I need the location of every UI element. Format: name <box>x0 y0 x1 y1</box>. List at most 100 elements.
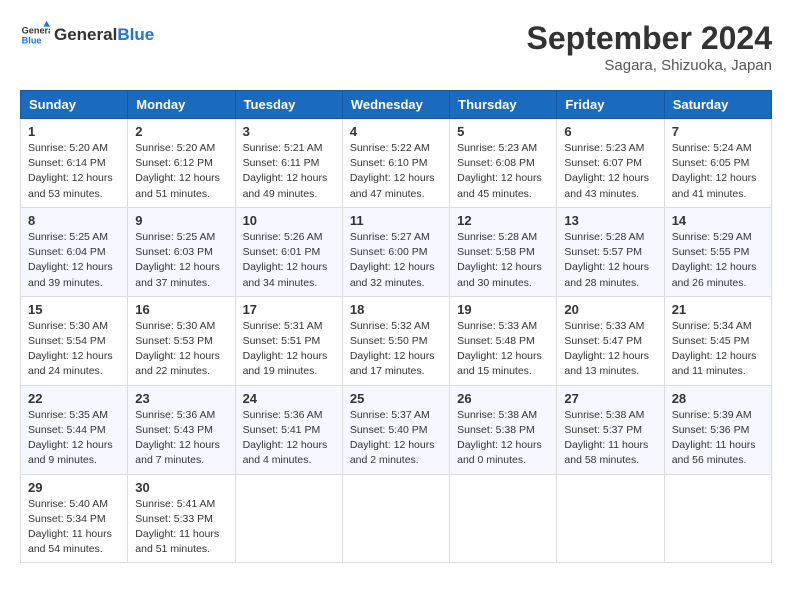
day-number: 14 <box>672 213 764 228</box>
calendar-cell <box>557 474 664 563</box>
calendar-cell: 18 Sunrise: 5:32 AM Sunset: 5:50 PM Dayli… <box>342 296 449 385</box>
calendar-cell: 26Sunrise: 5:38 AM Sunset: 5:38 PM Dayli… <box>450 385 557 474</box>
day-number: 3 <box>243 124 335 139</box>
calendar-cell: 19 Sunrise: 5:33 AM Sunset: 5:48 PM Dayli… <box>450 296 557 385</box>
calendar-week-5: 29 Sunrise: 5:40 AM Sunset: 5:34 PM Dayli… <box>21 474 772 563</box>
calendar: SundayMondayTuesdayWednesdayThursdayFrid… <box>20 90 772 563</box>
day-number: 13 <box>564 213 656 228</box>
day-info: Sunrise: 5:28 AM Sunset: 5:58 PM Dayligh… <box>457 230 549 291</box>
calendar-cell: 4 Sunrise: 5:22 AM Sunset: 6:10 PM Daylig… <box>342 119 449 208</box>
calendar-cell: 6 Sunrise: 5:23 AM Sunset: 6:07 PM Daylig… <box>557 119 664 208</box>
day-info: Sunrise: 5:39 AM Sunset: 5:36 PM Dayligh… <box>672 408 764 469</box>
calendar-cell: 20 Sunrise: 5:33 AM Sunset: 5:47 PM Dayli… <box>557 296 664 385</box>
day-number: 15 <box>28 302 120 317</box>
day-info: Sunrise: 5:25 AM Sunset: 6:03 PM Dayligh… <box>135 230 227 291</box>
calendar-cell: 28 Sunrise: 5:39 AM Sunset: 5:36 PM Dayli… <box>664 385 771 474</box>
day-info: Sunrise: 5:40 AM Sunset: 5:34 PM Dayligh… <box>28 497 120 558</box>
calendar-cell: 30 Sunrise: 5:41 AM Sunset: 5:33 PM Dayli… <box>128 474 235 563</box>
day-info: Sunrise: 5:36 AM Sunset: 5:41 PM Dayligh… <box>243 408 335 469</box>
weekday-header-thursday: Thursday <box>450 91 557 119</box>
calendar-cell: 7Sunrise: 5:24 AM Sunset: 6:05 PM Daylig… <box>664 119 771 208</box>
day-number: 5 <box>457 124 549 139</box>
calendar-cell <box>664 474 771 563</box>
day-info: Sunrise: 5:24 AM Sunset: 6:05 PM Dayligh… <box>672 141 764 202</box>
day-info: Sunrise: 5:29 AM Sunset: 5:55 PM Dayligh… <box>672 230 764 291</box>
calendar-cell: 21 Sunrise: 5:34 AM Sunset: 5:45 PM Dayli… <box>664 296 771 385</box>
day-number: 19 <box>457 302 549 317</box>
day-number: 12 <box>457 213 549 228</box>
calendar-cell: 24Sunrise: 5:36 AM Sunset: 5:41 PM Dayli… <box>235 385 342 474</box>
day-number: 28 <box>672 391 764 406</box>
day-number: 9 <box>135 213 227 228</box>
day-info: Sunrise: 5:28 AM Sunset: 5:57 PM Dayligh… <box>564 230 656 291</box>
day-info: Sunrise: 5:30 AM Sunset: 5:53 PM Dayligh… <box>135 319 227 380</box>
day-number: 21 <box>672 302 764 317</box>
calendar-cell: 22 Sunrise: 5:35 AM Sunset: 5:44 PM Dayli… <box>21 385 128 474</box>
day-number: 1 <box>28 124 120 139</box>
calendar-cell: 8 Sunrise: 5:25 AM Sunset: 6:04 PM Daylig… <box>21 207 128 296</box>
day-info: Sunrise: 5:33 AM Sunset: 5:48 PM Dayligh… <box>457 319 549 380</box>
calendar-cell <box>342 474 449 563</box>
calendar-cell: 2Sunrise: 5:20 AM Sunset: 6:12 PM Daylig… <box>128 119 235 208</box>
calendar-week-1: 1Sunrise: 5:20 AM Sunset: 6:14 PM Daylig… <box>21 119 772 208</box>
day-info: Sunrise: 5:27 AM Sunset: 6:00 PM Dayligh… <box>350 230 442 291</box>
day-info: Sunrise: 5:36 AM Sunset: 5:43 PM Dayligh… <box>135 408 227 469</box>
svg-text:General: General <box>22 25 50 35</box>
day-number: 25 <box>350 391 442 406</box>
day-info: Sunrise: 5:21 AM Sunset: 6:11 PM Dayligh… <box>243 141 335 202</box>
weekday-header-tuesday: Tuesday <box>235 91 342 119</box>
day-info: Sunrise: 5:37 AM Sunset: 5:40 PM Dayligh… <box>350 408 442 469</box>
day-info: Sunrise: 5:38 AM Sunset: 5:37 PM Dayligh… <box>564 408 656 469</box>
calendar-cell <box>450 474 557 563</box>
location: Sagara, Shizuoka, Japan <box>527 57 772 74</box>
calendar-week-3: 15 Sunrise: 5:30 AM Sunset: 5:54 PM Dayli… <box>21 296 772 385</box>
day-number: 27 <box>564 391 656 406</box>
page-header: General Blue GeneralBlue September 2024 … <box>20 20 772 74</box>
calendar-cell: 9 Sunrise: 5:25 AM Sunset: 6:03 PM Daylig… <box>128 207 235 296</box>
title-block: September 2024 Sagara, Shizuoka, Japan <box>527 20 772 74</box>
calendar-cell: 16 Sunrise: 5:30 AM Sunset: 5:53 PM Dayli… <box>128 296 235 385</box>
day-info: Sunrise: 5:33 AM Sunset: 5:47 PM Dayligh… <box>564 319 656 380</box>
day-number: 8 <box>28 213 120 228</box>
day-info: Sunrise: 5:38 AM Sunset: 5:38 PM Dayligh… <box>457 408 549 469</box>
weekday-header-saturday: Saturday <box>664 91 771 119</box>
day-info: Sunrise: 5:35 AM Sunset: 5:44 PM Dayligh… <box>28 408 120 469</box>
logo-blue: Blue <box>117 25 154 44</box>
day-info: Sunrise: 5:32 AM Sunset: 5:50 PM Dayligh… <box>350 319 442 380</box>
day-info: Sunrise: 5:20 AM Sunset: 6:12 PM Dayligh… <box>135 141 227 202</box>
calendar-week-2: 8 Sunrise: 5:25 AM Sunset: 6:04 PM Daylig… <box>21 207 772 296</box>
day-number: 30 <box>135 480 227 495</box>
calendar-cell: 15 Sunrise: 5:30 AM Sunset: 5:54 PM Dayli… <box>21 296 128 385</box>
day-number: 16 <box>135 302 227 317</box>
day-info: Sunrise: 5:23 AM Sunset: 6:07 PM Dayligh… <box>564 141 656 202</box>
day-info: Sunrise: 5:23 AM Sunset: 6:08 PM Dayligh… <box>457 141 549 202</box>
day-number: 29 <box>28 480 120 495</box>
day-number: 23 <box>135 391 227 406</box>
calendar-cell: 14 Sunrise: 5:29 AM Sunset: 5:55 PM Dayli… <box>664 207 771 296</box>
calendar-cell: 10 Sunrise: 5:26 AM Sunset: 6:01 PM Dayli… <box>235 207 342 296</box>
day-number: 20 <box>564 302 656 317</box>
calendar-week-4: 22 Sunrise: 5:35 AM Sunset: 5:44 PM Dayli… <box>21 385 772 474</box>
day-info: Sunrise: 5:30 AM Sunset: 5:54 PM Dayligh… <box>28 319 120 380</box>
calendar-cell <box>235 474 342 563</box>
day-number: 17 <box>243 302 335 317</box>
day-number: 10 <box>243 213 335 228</box>
day-info: Sunrise: 5:41 AM Sunset: 5:33 PM Dayligh… <box>135 497 227 558</box>
day-number: 18 <box>350 302 442 317</box>
day-number: 22 <box>28 391 120 406</box>
day-info: Sunrise: 5:31 AM Sunset: 5:51 PM Dayligh… <box>243 319 335 380</box>
day-info: Sunrise: 5:26 AM Sunset: 6:01 PM Dayligh… <box>243 230 335 291</box>
day-info: Sunrise: 5:22 AM Sunset: 6:10 PM Dayligh… <box>350 141 442 202</box>
calendar-body: 1Sunrise: 5:20 AM Sunset: 6:14 PM Daylig… <box>21 119 772 563</box>
weekday-row: SundayMondayTuesdayWednesdayThursdayFrid… <box>21 91 772 119</box>
day-number: 4 <box>350 124 442 139</box>
day-number: 6 <box>564 124 656 139</box>
day-info: Sunrise: 5:25 AM Sunset: 6:04 PM Dayligh… <box>28 230 120 291</box>
weekday-header-sunday: Sunday <box>21 91 128 119</box>
logo-general: General <box>54 25 117 44</box>
logo: General Blue GeneralBlue <box>20 20 154 50</box>
day-info: Sunrise: 5:34 AM Sunset: 5:45 PM Dayligh… <box>672 319 764 380</box>
svg-text:Blue: Blue <box>22 35 42 45</box>
calendar-cell: 27 Sunrise: 5:38 AM Sunset: 5:37 PM Dayli… <box>557 385 664 474</box>
calendar-cell: 25 Sunrise: 5:37 AM Sunset: 5:40 PM Dayli… <box>342 385 449 474</box>
